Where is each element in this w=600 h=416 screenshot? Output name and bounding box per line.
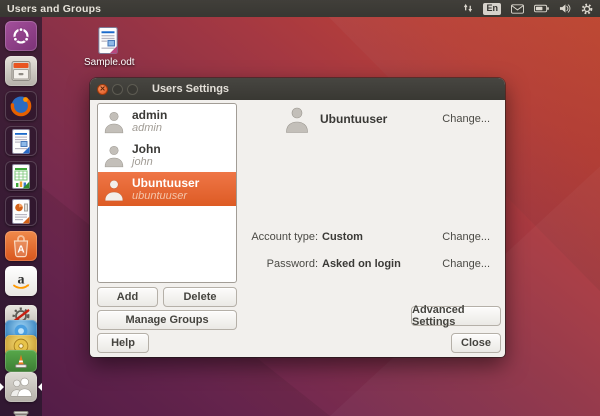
firefox-icon[interactable]: [5, 91, 37, 121]
volume-icon[interactable]: [559, 0, 571, 17]
change-password-button[interactable]: Change...: [442, 258, 490, 270]
user-login: ubuntuuser: [132, 189, 188, 202]
user-avatar-icon: [103, 143, 125, 168]
ubuntu-dash-icon[interactable]: [5, 21, 37, 51]
desktop-screen: Users and Groups En A a Sample.odt ✕ Use…: [0, 0, 600, 416]
focused-app-arrow-right: [38, 383, 42, 391]
libreoffice-calc-icon[interactable]: [5, 161, 37, 191]
user-avatar-icon: [103, 177, 125, 202]
user-name: admin: [132, 107, 168, 122]
desktop-file-label: Sample.odt: [84, 57, 135, 68]
keyboard-layout-arrows-icon[interactable]: [462, 0, 473, 17]
password-label: Password:: [266, 258, 318, 270]
indicator-area: En: [462, 0, 593, 17]
libreoffice-writer-icon[interactable]: [5, 126, 37, 156]
window-minimize-button[interactable]: [112, 83, 123, 95]
user-login: john: [132, 155, 153, 168]
user-list: admin admin John john Ubuntuuser ubuntuu…: [97, 103, 237, 283]
svg-text:A: A: [17, 245, 24, 256]
add-button[interactable]: Add: [97, 287, 158, 307]
active-window-title: Users and Groups: [7, 2, 102, 15]
unity-launcher: A a: [0, 17, 42, 416]
focused-app-arrow-left: [0, 383, 4, 391]
change-account-type-button[interactable]: Change...: [442, 231, 490, 243]
user-name: Ubuntuuser: [132, 175, 200, 190]
vlc-cone-icon[interactable]: [5, 350, 37, 372]
password-value: Asked on login: [322, 258, 401, 270]
keyboard-indicator[interactable]: En: [483, 2, 501, 15]
ubuntu-software-center-icon[interactable]: A: [5, 231, 37, 261]
delete-button[interactable]: Delete: [163, 287, 237, 307]
user-avatar-icon: [103, 109, 125, 134]
files-file-manager-icon[interactable]: [5, 56, 37, 86]
user-row-john[interactable]: John john: [98, 138, 236, 172]
libreoffice-impress-icon[interactable]: [5, 196, 37, 226]
writer-document-icon: [95, 25, 121, 56]
close-button[interactable]: Close: [451, 333, 501, 353]
users-settings-dialog: ✕ Users Settings admin admin John john U…: [90, 78, 505, 357]
dialog-title: Users Settings: [152, 83, 230, 95]
window-close-button[interactable]: ✕: [97, 83, 108, 95]
top-panel: Users and Groups En: [0, 0, 600, 17]
desktop-file-sample-odt[interactable]: Sample.odt: [84, 25, 135, 68]
settings-gear-icon[interactable]: [581, 0, 593, 17]
manage-groups-button[interactable]: Manage Groups: [97, 310, 237, 330]
user-row-admin[interactable]: admin admin: [98, 104, 236, 138]
amazon-icon[interactable]: a: [5, 266, 37, 296]
users-and-groups-icon[interactable]: [5, 372, 37, 402]
help-button[interactable]: Help: [97, 333, 149, 353]
window-maximize-button[interactable]: [127, 83, 138, 95]
advanced-settings-button[interactable]: Advanced Settings: [411, 304, 501, 328]
svg-text:a: a: [18, 273, 25, 288]
account-type-value: Custom: [322, 231, 363, 243]
change-user-button[interactable]: Change...: [442, 113, 490, 125]
mail-icon[interactable]: [511, 0, 524, 17]
user-name: John: [132, 141, 161, 156]
user-row-ubuntuuser-selected[interactable]: Ubuntuuser ubuntuuser: [98, 172, 236, 206]
battery-icon[interactable]: [534, 0, 549, 17]
account-type-label: Account type:: [251, 231, 318, 243]
dialog-titlebar[interactable]: ✕ Users Settings: [90, 78, 505, 100]
user-login: admin: [132, 121, 162, 134]
selected-user-avatar-icon: [284, 104, 310, 134]
selected-user-name: Ubuntuuser: [320, 112, 388, 126]
trash-icon[interactable]: [5, 405, 37, 416]
